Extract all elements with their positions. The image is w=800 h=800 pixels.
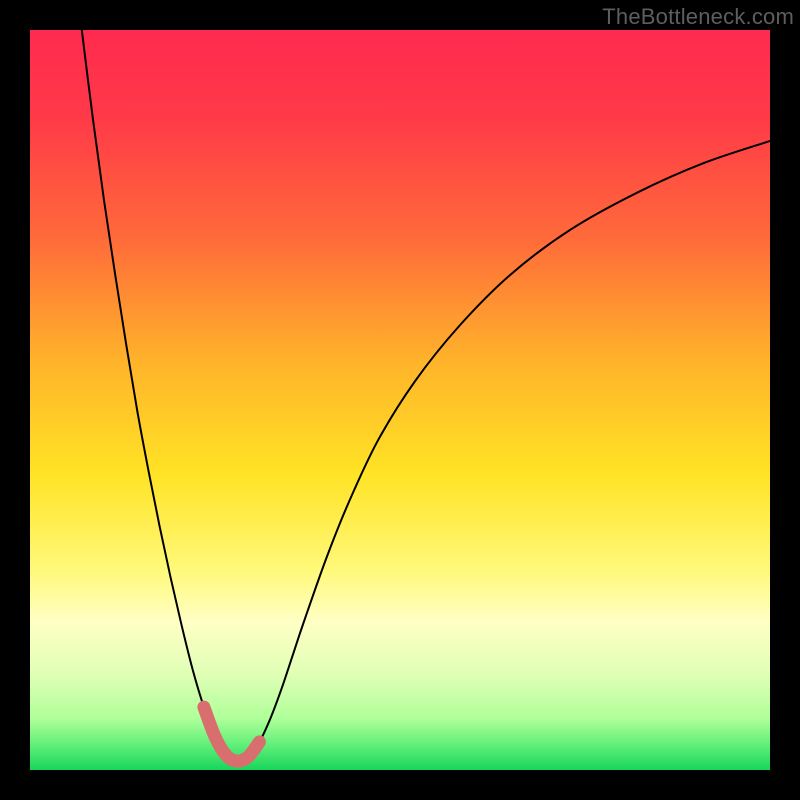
plot-area bbox=[30, 30, 770, 770]
chart-svg bbox=[30, 30, 770, 770]
watermark-label: TheBottleneck.com bbox=[602, 4, 794, 30]
gradient-background bbox=[30, 30, 770, 770]
chart-container: TheBottleneck.com bbox=[0, 0, 800, 800]
